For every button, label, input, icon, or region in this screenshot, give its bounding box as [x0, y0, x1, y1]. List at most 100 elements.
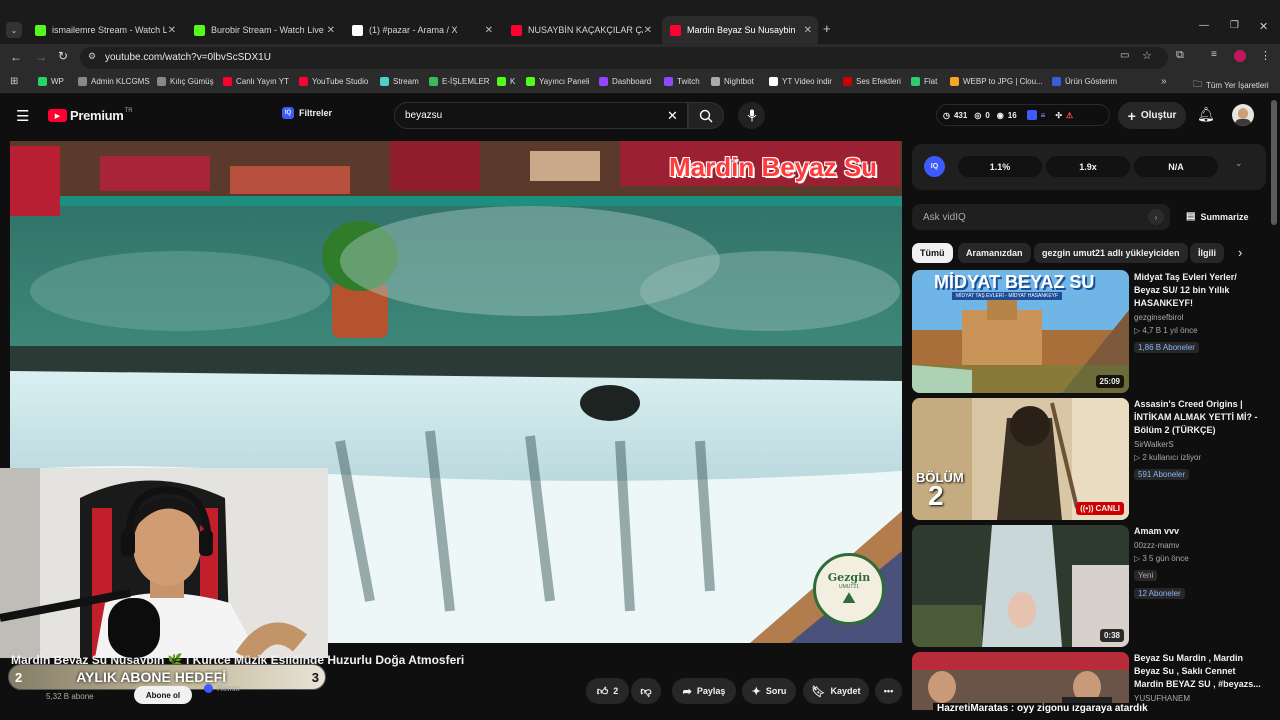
tab-close-icon[interactable]: ✕ [168, 25, 176, 36]
rec-info-1[interactable]: Midyat Taş Evleri Yerler/ Beyaz SU/ 12 b… [1134, 271, 1264, 355]
tab-close-icon[interactable]: ✕ [644, 25, 652, 36]
bookmark-item[interactable]: Ürün Gösterim [1052, 77, 1117, 86]
extensions-icon[interactable]: ⧉ [1176, 49, 1184, 62]
hamburger-menu-icon[interactable]: ☰ [16, 107, 29, 125]
tab-title: NUSAYBİN KAÇAKÇILAR ÇARŞI [528, 25, 643, 35]
bookmark-item[interactable]: WEBP to JPG | Clou... [950, 77, 1043, 86]
tab-close-icon[interactable]: ✕ [327, 25, 335, 36]
ask-button[interactable]: ✦ Soru [742, 678, 796, 704]
reload-icon[interactable]: ↻ [58, 49, 68, 63]
cast-icon[interactable]: ▭ [1120, 50, 1129, 61]
account-avatar[interactable] [1232, 104, 1254, 126]
tab-search-button[interactable]: ⌄ [6, 22, 22, 38]
address-bar[interactable]: ⚙ youtube.com/watch?v=0lbvScSDX1U [80, 47, 1168, 69]
vidiq-metric-1: 1.1% [958, 156, 1042, 177]
chips-next-icon[interactable]: › [1238, 245, 1242, 260]
bookmark-item[interactable]: Nightbot [711, 77, 754, 86]
browser-tab[interactable]: (1) #pazar - Arama / X ✕ [344, 16, 499, 44]
tab-favicon-icon [352, 24, 363, 36]
bookmark-item[interactable]: Yayıncı Paneli [526, 77, 590, 86]
browser-tab[interactable]: Mardin Beyaz Su Nusaybin ✕ [662, 16, 818, 44]
search-button[interactable] [688, 102, 724, 129]
forward-icon[interactable]: → [35, 50, 47, 64]
like-button[interactable]: 👍︎ 2 [586, 678, 629, 704]
bookmark-label: Kılıç Gümüş [170, 77, 214, 86]
rec-thumbnail-4[interactable] [912, 652, 1129, 710]
alert-icon[interactable]: ⚠ [1066, 111, 1073, 120]
create-button[interactable]: + Oluştur [1118, 102, 1186, 129]
browser-nav-bar: ← → ↻ ⚙ youtube.com/watch?v=0lbvScSDX1U … [0, 44, 1280, 72]
bookmark-item[interactable]: E-İŞLEMLER [429, 77, 490, 86]
tab-title: (1) #pazar - Arama / X [369, 25, 458, 35]
vidiq-mini-icon[interactable] [1026, 110, 1037, 120]
rec-thumbnail-1[interactable]: MİDYAT BEYAZ SU MİDYAT TAŞ EVLERİ - MİDY… [912, 270, 1129, 393]
rec-info-4[interactable]: Beyaz Su Mardin , Mardin Beyaz Su , Sakl… [1134, 652, 1264, 705]
chip-all[interactable]: Tümü [912, 243, 953, 263]
browser-tab[interactable]: ismailemre Stream - Watch Live ✕ [27, 16, 182, 44]
save-button[interactable]: 🔖︎ Kaydet [803, 678, 869, 704]
rec-info-3[interactable]: Amam vvv 00zzz-mamv ▷ 3 5 gün önce Yeni … [1134, 525, 1264, 601]
minimize-icon[interactable]: — [1199, 20, 1209, 31]
all-bookmarks-link[interactable]: 🗀 Tüm Yer İşaretleri [1193, 77, 1269, 93]
bookmark-item[interactable]: Ses Efektleri [843, 77, 901, 86]
browser-tab[interactable]: Burobir Stream - Watch Live on ✕ [186, 16, 341, 44]
tab-close-icon[interactable]: ✕ [804, 25, 812, 36]
page-scrollbar[interactable] [1271, 100, 1277, 225]
bookmark-favicon-icon [429, 77, 438, 86]
browser-menu-icon[interactable]: ⋮ [1260, 49, 1271, 62]
bookmark-star-icon[interactable]: ☆ [1142, 49, 1152, 62]
restore-icon[interactable]: ❐ [1230, 20, 1239, 31]
back-icon[interactable]: ← [10, 50, 22, 64]
new-tab-button[interactable]: + [823, 21, 831, 36]
list-icon[interactable]: ≡ [1041, 111, 1046, 120]
chip-from-uploader[interactable]: gezgin umut21 adlı yükleyiciden [1034, 243, 1188, 263]
rec-badge-text-2: 591 Aboneler [1138, 470, 1186, 479]
rec-channel-3: 00zzz-mamv [1134, 541, 1180, 550]
tab-close-icon[interactable]: ✕ [485, 25, 493, 36]
bookmark-item[interactable]: Stream [380, 77, 419, 86]
ask-vidiq-input[interactable]: Ask vidIQ › [912, 204, 1170, 230]
chip-from-search[interactable]: Aramanızdan [958, 243, 1031, 263]
more-actions-button[interactable]: ••• [875, 678, 902, 704]
bookmark-item[interactable]: K [497, 77, 515, 86]
profile-icon[interactable] [1234, 50, 1246, 62]
bookmark-item[interactable]: Flat [911, 77, 937, 86]
rec-thumbnail-3[interactable]: 0:38 [912, 525, 1129, 647]
bookmark-item[interactable]: YT Video indir [769, 77, 832, 86]
remix-button[interactable]: Remix [204, 684, 240, 693]
clear-search-icon[interactable]: ✕ [667, 108, 678, 124]
youtube-logo[interactable]: ▶ Premium TR [48, 108, 133, 123]
rec-thumbnail-2[interactable]: BÖLÜM 2 ((•)) CANLI [912, 398, 1129, 520]
apps-icon[interactable]: ⊞ [10, 76, 18, 87]
close-window-icon[interactable]: ✕ [1259, 20, 1268, 33]
share-button[interactable]: ➦ Paylaş [672, 678, 736, 704]
bookmark-item[interactable]: Kılıç Gümüş [157, 77, 214, 86]
rec-meta-1: ▷ 4,7 B 1 yıl önce [1134, 326, 1198, 335]
chip-related[interactable]: İlgili [1190, 243, 1224, 263]
send-icon[interactable]: › [1148, 209, 1164, 225]
bookmark-item[interactable]: WP [38, 77, 64, 86]
notifications-bell-icon[interactable]: 🔔︎ [1197, 106, 1215, 123]
stat-b: 0 [985, 110, 990, 120]
browser-tab[interactable]: NUSAYBİN KAÇAKÇILAR ÇARŞI✕ [503, 16, 658, 44]
subscribe-button[interactable]: Abone ol [134, 686, 192, 704]
voice-search-button[interactable] [738, 102, 765, 129]
subscribe-label: Abone ol [145, 690, 181, 700]
media-icon[interactable]: ≡ [1211, 49, 1217, 60]
more-bookmarks-icon[interactable]: » [1161, 76, 1167, 87]
all-bookmarks-label: Tüm Yer İşaretleri [1206, 80, 1269, 90]
summarize-button[interactable]: ▤ Summarize [1186, 211, 1248, 222]
search-input[interactable]: beyazsu ✕ [394, 102, 688, 129]
rec-info-2[interactable]: Assasin's Creed Origins | İNTİKAM ALMAK … [1134, 398, 1264, 482]
bookmark-item[interactable]: YouTube Studio [299, 77, 368, 86]
tools-icon[interactable]: ✣ [1055, 111, 1062, 120]
vidiq-badge: IQ [924, 156, 945, 177]
bookmark-item[interactable]: Admin KLCGMS [78, 77, 150, 86]
dislike-button[interactable]: 👎︎ [631, 678, 661, 704]
vidiq-expand-icon[interactable]: ⌄ [1235, 158, 1243, 169]
bookmark-item[interactable]: Canlı Yayın YT [223, 77, 289, 86]
site-info-icon[interactable]: ⚙ [88, 51, 96, 62]
bookmark-item[interactable]: Twitch [664, 77, 700, 86]
bookmark-item[interactable]: Dashboard [599, 77, 651, 86]
vidiq-filters-button[interactable]: IQ Filtreler [282, 107, 332, 119]
